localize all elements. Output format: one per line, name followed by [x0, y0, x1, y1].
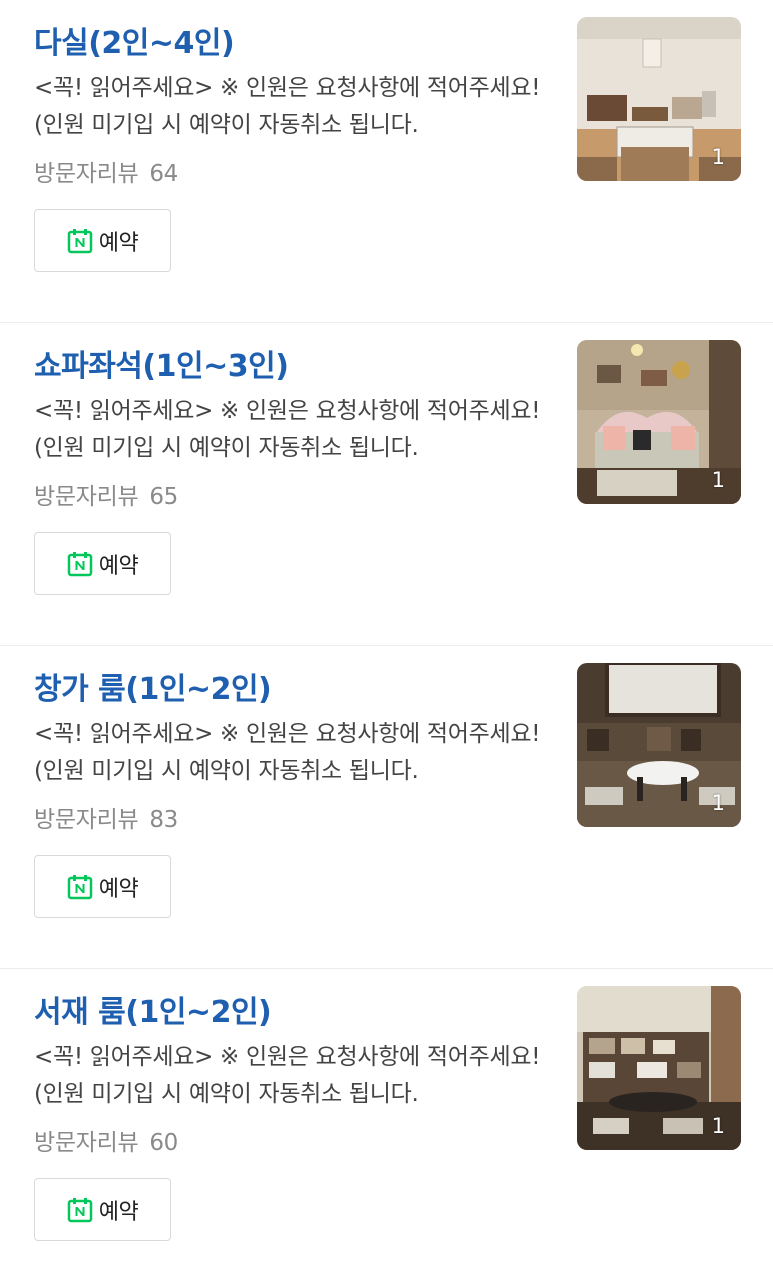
room-photo[interactable]: 1	[577, 986, 741, 1150]
list-item[interactable]: 쇼파좌석(1인~3인) <꼭! 읽어주세요> ※ 인원은 요청사항에 적어주세요…	[0, 323, 773, 646]
room-title[interactable]: 서재 룸(1인~2인)	[34, 987, 272, 1031]
reserve-button[interactable]: 예약	[34, 855, 171, 918]
visitor-review: 방문자리뷰 60	[34, 1123, 178, 1157]
room-title[interactable]: 창가 룸(1인~2인)	[34, 664, 272, 708]
room-description: <꼭! 읽어주세요> ※ 인원은 요청사항에 적어주세요! (인원 미기입 시 …	[34, 1044, 541, 1107]
list-item[interactable]: 다실(2인~4인) <꼭! 읽어주세요> ※ 인원은 요청사항에 적어주세요! …	[0, 0, 773, 323]
reserve-label: 예약	[98, 876, 139, 902]
review-label: 방문자리뷰	[34, 1130, 139, 1156]
review-label: 방문자리뷰	[34, 484, 139, 510]
review-count: 65	[149, 484, 178, 510]
visitor-review: 방문자리뷰 83	[34, 800, 178, 834]
photo-count: 1	[711, 791, 725, 815]
room-description: <꼭! 읽어주세요> ※ 인원은 요청사항에 적어주세요! (인원 미기입 시 …	[34, 75, 541, 138]
room-photo[interactable]: 1	[577, 663, 741, 827]
photo-count: 1	[711, 145, 725, 169]
review-label: 방문자리뷰	[34, 161, 139, 187]
naver-calendar-icon	[67, 228, 92, 253]
list-item[interactable]: 창가 룸(1인~2인) <꼭! 읽어주세요> ※ 인원은 요청사항에 적어주세요…	[0, 646, 773, 969]
room-title[interactable]: 다실(2인~4인)	[34, 18, 235, 62]
room-list: 다실(2인~4인) <꼭! 읽어주세요> ※ 인원은 요청사항에 적어주세요! …	[0, 0, 773, 1271]
room-title[interactable]: 쇼파좌석(1인~3인)	[34, 341, 289, 385]
reserve-button[interactable]: 예약	[34, 209, 171, 272]
review-count: 83	[149, 807, 178, 833]
visitor-review: 방문자리뷰 64	[34, 154, 178, 188]
naver-calendar-icon	[67, 1197, 92, 1222]
room-photo[interactable]: 1	[577, 340, 741, 504]
room-description: <꼭! 읽어주세요> ※ 인원은 요청사항에 적어주세요! (인원 미기입 시 …	[34, 398, 541, 461]
reserve-label: 예약	[98, 230, 139, 256]
review-label: 방문자리뷰	[34, 807, 139, 833]
review-count: 64	[149, 161, 178, 187]
naver-calendar-icon	[67, 874, 92, 899]
room-description: <꼭! 읽어주세요> ※ 인원은 요청사항에 적어주세요! (인원 미기입 시 …	[34, 721, 541, 784]
review-count: 60	[149, 1130, 178, 1156]
photo-count: 1	[711, 1114, 725, 1138]
visitor-review: 방문자리뷰 65	[34, 477, 178, 511]
reserve-label: 예약	[98, 553, 139, 579]
room-photo[interactable]: 1	[577, 17, 741, 181]
reserve-label: 예약	[98, 1199, 139, 1225]
reserve-button[interactable]: 예약	[34, 1178, 171, 1241]
list-item[interactable]: 서재 룸(1인~2인) <꼭! 읽어주세요> ※ 인원은 요청사항에 적어주세요…	[0, 969, 773, 1271]
reserve-button[interactable]: 예약	[34, 532, 171, 595]
naver-calendar-icon	[67, 551, 92, 576]
photo-count: 1	[711, 468, 725, 492]
